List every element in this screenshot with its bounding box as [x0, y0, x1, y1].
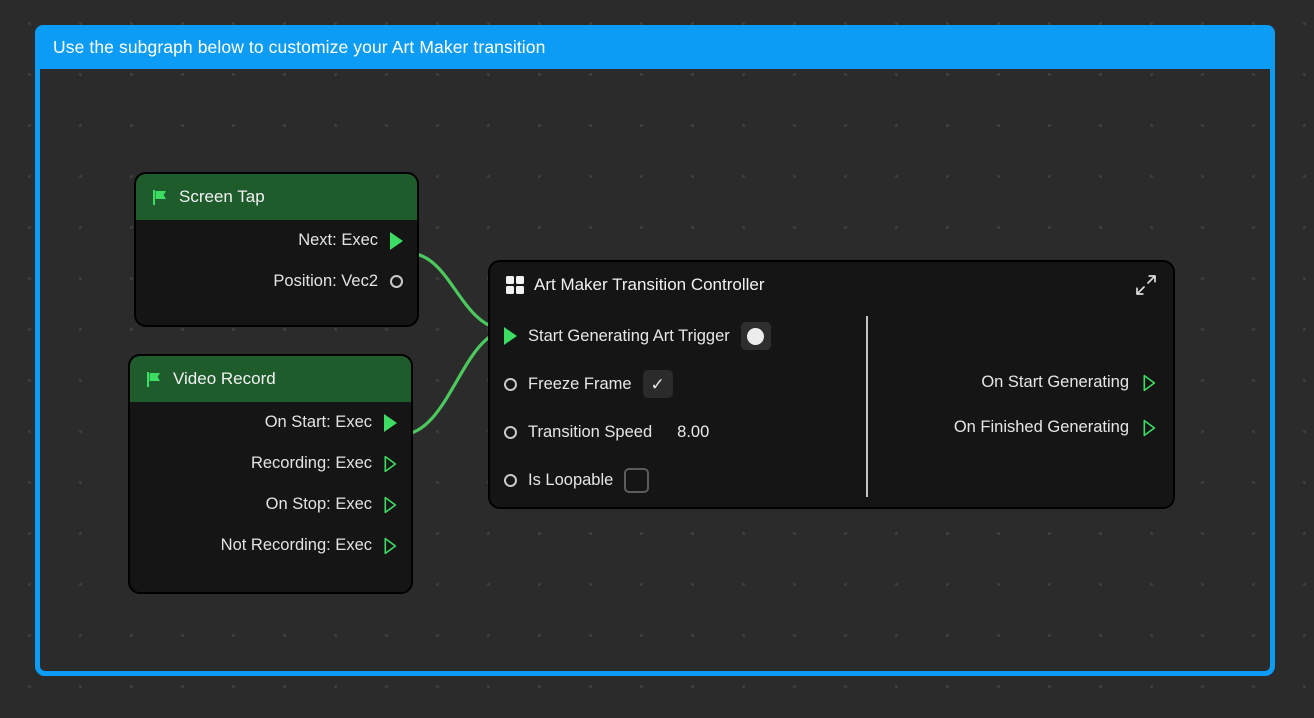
subgraph-banner-label: Use the subgraph below to customize your…	[53, 36, 546, 57]
exec-output-port-icon[interactable]	[384, 455, 397, 473]
node-video-record-title: Video Record	[173, 369, 276, 388]
grid-icon	[506, 276, 524, 294]
input-row-transition-speed[interactable]: Transition Speed 8.00	[490, 408, 866, 456]
input-row-start-generating-art-trigger[interactable]: Start Generating Art Trigger	[490, 312, 866, 360]
node-controller-header[interactable]: Art Maker Transition Controller	[490, 262, 1173, 308]
input-label-freeze-frame: Freeze Frame	[528, 374, 632, 393]
data-input-port-icon[interactable]	[504, 425, 517, 439]
exec-input-port-icon[interactable]	[504, 327, 517, 345]
node-controller-body: Start Generating Art Trigger Freeze Fram…	[490, 308, 1173, 507]
input-row-freeze-frame[interactable]: Freeze Frame ✓	[490, 360, 866, 408]
input-row-is-loopable[interactable]: Is Loopable	[490, 456, 866, 504]
expand-icon[interactable]	[1135, 274, 1157, 296]
port-label-position-vec2: Position: Vec2	[273, 272, 378, 290]
node-controller-title: Art Maker Transition Controller	[534, 275, 765, 294]
pulse-trigger-button[interactable]	[740, 322, 771, 350]
node-video-record[interactable]: Video Record On Start: Exec Recording: E…	[128, 354, 413, 594]
flag-icon	[153, 189, 166, 205]
output-label-on-finished-generating: On Finished Generating	[953, 418, 1129, 436]
controller-inputs-column: Start Generating Art Trigger Freeze Fram…	[490, 308, 866, 507]
port-row-position-vec2[interactable]: Position: Vec2	[136, 261, 417, 302]
node-screen-tap[interactable]: Screen Tap Next: Exec Position: Vec2	[134, 172, 419, 327]
port-label-recording-exec: Recording: Exec	[250, 454, 372, 472]
pulse-dot	[747, 327, 765, 345]
subgraph-banner[interactable]: Use the subgraph below to customize your…	[35, 25, 1275, 69]
is-loopable-checkbox[interactable]	[624, 467, 650, 493]
data-output-port-icon[interactable]	[390, 275, 403, 288]
port-row-on-start-exec[interactable]: On Start: Exec	[130, 402, 411, 443]
exec-output-port-icon[interactable]	[384, 496, 397, 514]
exec-output-port-icon[interactable]	[390, 231, 403, 250]
port-label-on-stop-exec: On Stop: Exec	[265, 495, 372, 513]
node-video-record-body: On Start: Exec Recording: Exec On Stop: …	[130, 402, 411, 566]
controller-column-divider	[866, 316, 868, 497]
node-art-maker-transition-controller[interactable]: Art Maker Transition Controller Start Ge…	[488, 260, 1175, 509]
port-row-not-recording-exec[interactable]: Not Recording: Exec	[130, 525, 411, 566]
port-row-recording-exec[interactable]: Recording: Exec	[130, 443, 411, 484]
output-label-on-start-generating: On Start Generating	[981, 373, 1129, 391]
controller-outputs-column: On Start Generating On Finished Generati…	[866, 308, 1173, 507]
port-label-next-exec: Next: Exec	[298, 231, 378, 249]
port-row-next-exec[interactable]: Next: Exec	[136, 220, 417, 261]
output-row-on-finished-generating[interactable]: On Finished Generating	[866, 405, 1173, 450]
node-screen-tap-body: Next: Exec Position: Vec2	[136, 220, 417, 302]
exec-output-port-icon[interactable]	[1143, 374, 1156, 392]
input-label-start-generating-art-trigger: Start Generating Art Trigger	[528, 326, 730, 345]
port-label-not-recording-exec: Not Recording: Exec	[220, 536, 372, 554]
port-row-on-stop-exec[interactable]: On Stop: Exec	[130, 484, 411, 525]
node-video-record-header[interactable]: Video Record	[130, 356, 411, 402]
exec-output-port-icon[interactable]	[1143, 419, 1156, 437]
input-label-transition-speed: Transition Speed	[528, 422, 653, 441]
port-label-on-start-exec: On Start: Exec	[264, 413, 372, 431]
data-input-port-icon[interactable]	[504, 377, 517, 391]
data-input-port-icon[interactable]	[504, 473, 517, 487]
node-screen-tap-title: Screen Tap	[179, 187, 265, 206]
transition-speed-value[interactable]: 8.00	[677, 423, 709, 442]
freeze-frame-checkbox[interactable]: ✓	[642, 370, 673, 398]
output-row-on-start-generating[interactable]: On Start Generating	[866, 360, 1173, 405]
node-screen-tap-header[interactable]: Screen Tap	[136, 174, 417, 220]
flag-icon	[147, 371, 160, 387]
exec-output-port-icon[interactable]	[384, 537, 397, 555]
exec-output-port-icon[interactable]	[384, 413, 397, 432]
input-label-is-loopable: Is Loopable	[528, 470, 614, 489]
